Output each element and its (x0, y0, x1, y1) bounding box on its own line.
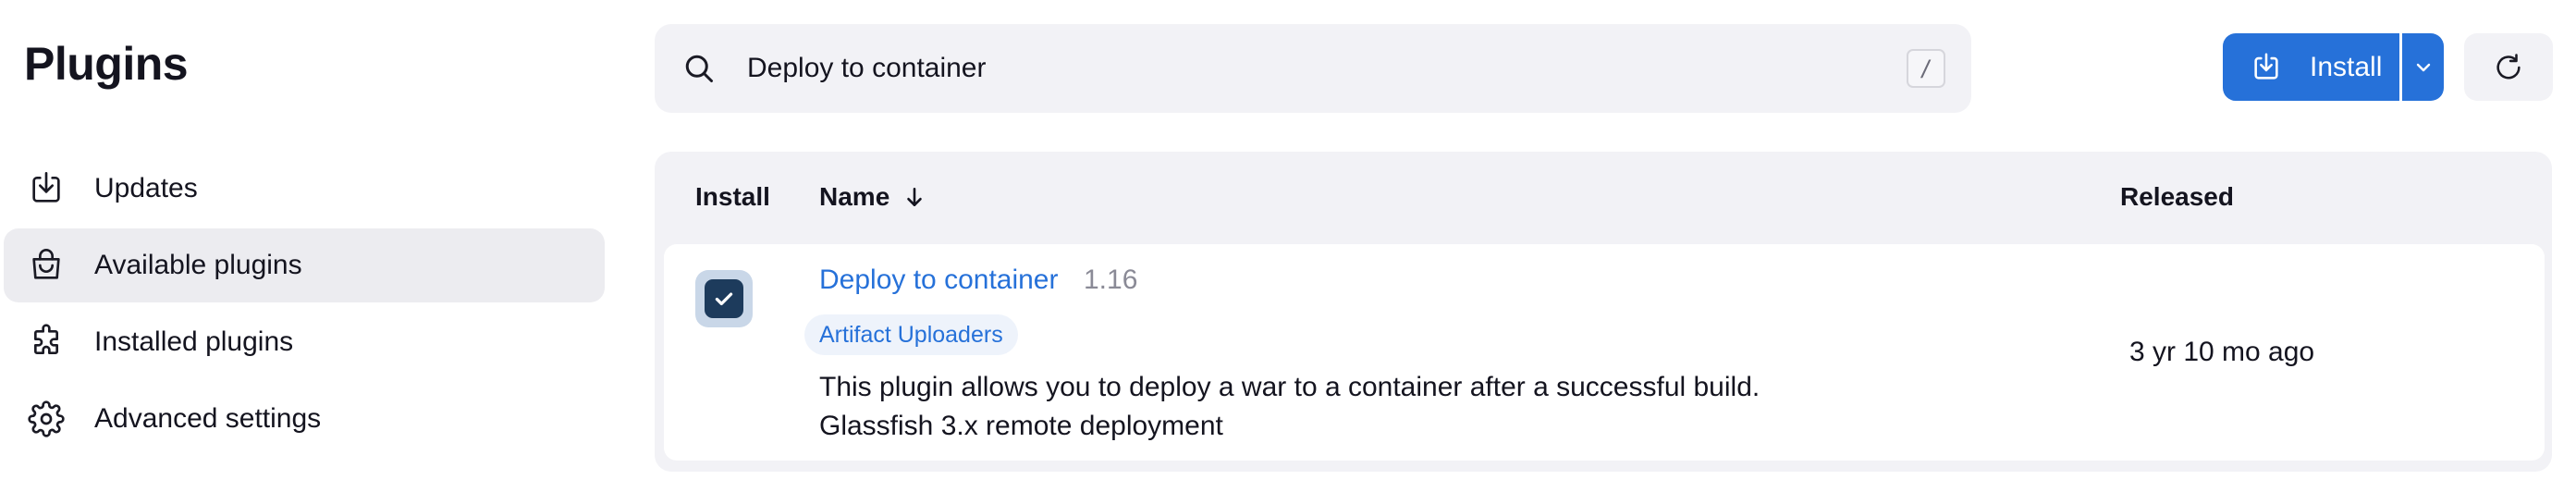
chevron-down-icon (2416, 63, 2430, 71)
refresh-button[interactable] (2464, 33, 2553, 101)
plugin-description-secondary: Glassfish 3.x remote deployment (819, 411, 1223, 441)
sidebar-item-installed-plugins[interactable]: Installed plugins (4, 305, 605, 379)
checkbox-checked (705, 279, 743, 318)
search-input[interactable]: Deploy to container (747, 53, 1907, 84)
sidebar-item-updates[interactable]: Updates (4, 152, 605, 226)
check-icon (715, 292, 733, 306)
sidebar-item-label: Updates (94, 173, 198, 203)
table-row: Deploy to container 1.16 Artifact Upload… (664, 244, 2545, 461)
shopping-bag-icon (28, 247, 65, 284)
arrow-down-icon (907, 188, 923, 206)
column-header-released: Released (2120, 182, 2234, 211)
category-badge[interactable]: Artifact Uploaders (804, 314, 1018, 355)
install-button[interactable]: Install (2223, 33, 2399, 101)
download-icon (28, 170, 65, 207)
column-header-install: Install (695, 182, 770, 211)
search-icon (685, 55, 713, 82)
sidebar-item-label: Installed plugins (94, 326, 294, 357)
gear-icon (28, 400, 65, 437)
puzzle-icon (28, 324, 65, 361)
page-title: Plugins (24, 38, 189, 90)
sidebar-item-advanced-settings[interactable]: Advanced settings (4, 382, 605, 456)
install-checkbox[interactable] (695, 270, 753, 327)
search-bar[interactable]: Deploy to container / (655, 24, 1971, 113)
plugin-description: This plugin allows you to deploy a war t… (819, 372, 1760, 402)
keyboard-shortcut-hint: / (1907, 49, 1945, 88)
plugins-table: Install Name Released Deploy to containe… (655, 152, 2552, 472)
plugin-name-link[interactable]: Deploy to container (819, 264, 1059, 296)
install-dropdown-button[interactable] (2402, 33, 2444, 101)
install-button-label: Install (2310, 51, 2383, 82)
sidebar-item-label: Advanced settings (94, 403, 322, 434)
sidebar-item-available-plugins[interactable]: Available plugins (4, 228, 605, 302)
column-header-name-label: Name (819, 182, 890, 211)
plugin-version: 1.16 (1084, 264, 1138, 295)
sidebar-item-label: Available plugins (94, 250, 302, 280)
column-header-name[interactable]: Name (819, 182, 926, 212)
sidebar: Updates Available plugins Installed plug… (4, 152, 605, 459)
released-date: 3 yr 10 mo ago (2129, 337, 2315, 367)
download-icon (2254, 53, 2278, 80)
refresh-icon (2496, 53, 2521, 79)
